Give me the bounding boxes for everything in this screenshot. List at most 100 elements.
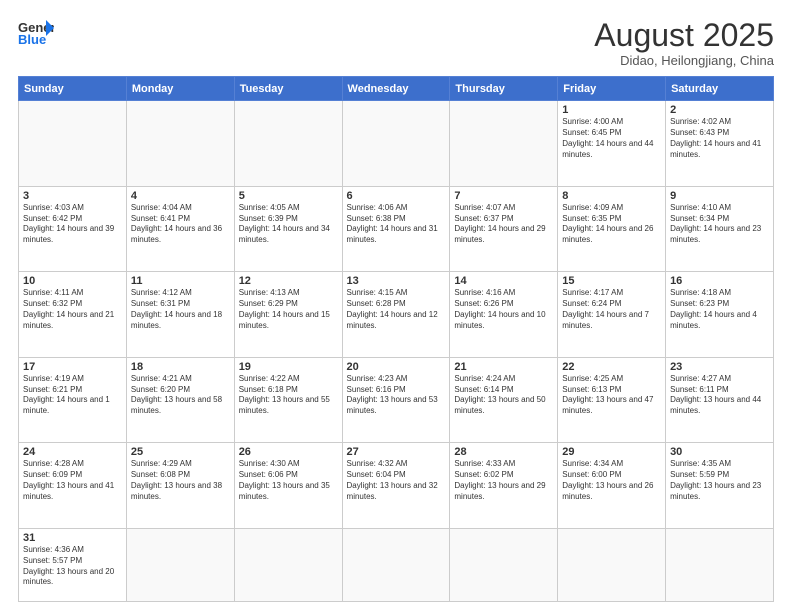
table-row: 5Sunrise: 4:05 AM Sunset: 6:39 PM Daylig… [234, 186, 342, 272]
header-monday: Monday [126, 77, 234, 101]
page: General Blue August 2025 Didao, Heilongj… [0, 0, 792, 612]
day-number: 17 [23, 361, 122, 373]
day-info: Sunrise: 4:10 AM Sunset: 6:34 PM Dayligh… [670, 203, 769, 246]
location: Didao, Heilongjiang, China [594, 53, 774, 68]
table-row: 27Sunrise: 4:32 AM Sunset: 6:04 PM Dayli… [342, 443, 450, 529]
header-wednesday: Wednesday [342, 77, 450, 101]
day-info: Sunrise: 4:23 AM Sunset: 6:16 PM Dayligh… [347, 374, 446, 417]
day-number: 31 [23, 532, 122, 544]
day-number: 14 [454, 275, 553, 287]
day-number: 13 [347, 275, 446, 287]
day-number: 15 [562, 275, 661, 287]
day-info: Sunrise: 4:28 AM Sunset: 6:09 PM Dayligh… [23, 459, 122, 502]
table-row: 24Sunrise: 4:28 AM Sunset: 6:09 PM Dayli… [19, 443, 127, 529]
day-info: Sunrise: 4:12 AM Sunset: 6:31 PM Dayligh… [131, 288, 230, 331]
table-row: 18Sunrise: 4:21 AM Sunset: 6:20 PM Dayli… [126, 357, 234, 443]
day-number: 8 [562, 190, 661, 202]
logo: General Blue [18, 18, 54, 46]
table-row: 9Sunrise: 4:10 AM Sunset: 6:34 PM Daylig… [666, 186, 774, 272]
day-number: 7 [454, 190, 553, 202]
day-info: Sunrise: 4:13 AM Sunset: 6:29 PM Dayligh… [239, 288, 338, 331]
day-info: Sunrise: 4:35 AM Sunset: 5:59 PM Dayligh… [670, 459, 769, 502]
day-number: 10 [23, 275, 122, 287]
table-row: 28Sunrise: 4:33 AM Sunset: 6:02 PM Dayli… [450, 443, 558, 529]
table-row: 4Sunrise: 4:04 AM Sunset: 6:41 PM Daylig… [126, 186, 234, 272]
day-info: Sunrise: 4:18 AM Sunset: 6:23 PM Dayligh… [670, 288, 769, 331]
day-info: Sunrise: 4:32 AM Sunset: 6:04 PM Dayligh… [347, 459, 446, 502]
table-row [342, 528, 450, 601]
day-info: Sunrise: 4:33 AM Sunset: 6:02 PM Dayligh… [454, 459, 553, 502]
day-number: 11 [131, 275, 230, 287]
header-tuesday: Tuesday [234, 77, 342, 101]
day-number: 29 [562, 446, 661, 458]
day-info: Sunrise: 4:06 AM Sunset: 6:38 PM Dayligh… [347, 203, 446, 246]
table-row: 21Sunrise: 4:24 AM Sunset: 6:14 PM Dayli… [450, 357, 558, 443]
header-saturday: Saturday [666, 77, 774, 101]
svg-text:Blue: Blue [18, 32, 46, 46]
table-row: 6Sunrise: 4:06 AM Sunset: 6:38 PM Daylig… [342, 186, 450, 272]
day-number: 16 [670, 275, 769, 287]
day-info: Sunrise: 4:27 AM Sunset: 6:11 PM Dayligh… [670, 374, 769, 417]
day-info: Sunrise: 4:36 AM Sunset: 5:57 PM Dayligh… [23, 545, 122, 588]
table-row: 26Sunrise: 4:30 AM Sunset: 6:06 PM Dayli… [234, 443, 342, 529]
day-number: 3 [23, 190, 122, 202]
day-number: 4 [131, 190, 230, 202]
day-number: 22 [562, 361, 661, 373]
table-row [342, 101, 450, 187]
day-number: 27 [347, 446, 446, 458]
day-info: Sunrise: 4:29 AM Sunset: 6:08 PM Dayligh… [131, 459, 230, 502]
table-row: 10Sunrise: 4:11 AM Sunset: 6:32 PM Dayli… [19, 272, 127, 358]
table-row: 29Sunrise: 4:34 AM Sunset: 6:00 PM Dayli… [558, 443, 666, 529]
day-number: 23 [670, 361, 769, 373]
day-number: 19 [239, 361, 338, 373]
table-row [126, 528, 234, 601]
day-info: Sunrise: 4:30 AM Sunset: 6:06 PM Dayligh… [239, 459, 338, 502]
calendar-table: Sunday Monday Tuesday Wednesday Thursday… [18, 76, 774, 602]
table-row: 19Sunrise: 4:22 AM Sunset: 6:18 PM Dayli… [234, 357, 342, 443]
table-row: 2Sunrise: 4:02 AM Sunset: 6:43 PM Daylig… [666, 101, 774, 187]
day-number: 1 [562, 104, 661, 116]
table-row [666, 528, 774, 601]
table-row [450, 101, 558, 187]
day-info: Sunrise: 4:19 AM Sunset: 6:21 PM Dayligh… [23, 374, 122, 417]
day-info: Sunrise: 4:09 AM Sunset: 6:35 PM Dayligh… [562, 203, 661, 246]
weekday-header-row: Sunday Monday Tuesday Wednesday Thursday… [19, 77, 774, 101]
header-sunday: Sunday [19, 77, 127, 101]
day-info: Sunrise: 4:00 AM Sunset: 6:45 PM Dayligh… [562, 117, 661, 160]
day-number: 30 [670, 446, 769, 458]
day-number: 12 [239, 275, 338, 287]
day-info: Sunrise: 4:05 AM Sunset: 6:39 PM Dayligh… [239, 203, 338, 246]
table-row: 12Sunrise: 4:13 AM Sunset: 6:29 PM Dayli… [234, 272, 342, 358]
day-info: Sunrise: 4:22 AM Sunset: 6:18 PM Dayligh… [239, 374, 338, 417]
day-number: 2 [670, 104, 769, 116]
day-number: 9 [670, 190, 769, 202]
table-row [234, 101, 342, 187]
table-row: 1Sunrise: 4:00 AM Sunset: 6:45 PM Daylig… [558, 101, 666, 187]
day-number: 20 [347, 361, 446, 373]
title-block: August 2025 Didao, Heilongjiang, China [594, 18, 774, 68]
day-number: 21 [454, 361, 553, 373]
table-row [234, 528, 342, 601]
day-info: Sunrise: 4:16 AM Sunset: 6:26 PM Dayligh… [454, 288, 553, 331]
day-number: 5 [239, 190, 338, 202]
table-row: 23Sunrise: 4:27 AM Sunset: 6:11 PM Dayli… [666, 357, 774, 443]
table-row: 7Sunrise: 4:07 AM Sunset: 6:37 PM Daylig… [450, 186, 558, 272]
month-title: August 2025 [594, 18, 774, 53]
table-row: 20Sunrise: 4:23 AM Sunset: 6:16 PM Dayli… [342, 357, 450, 443]
table-row: 16Sunrise: 4:18 AM Sunset: 6:23 PM Dayli… [666, 272, 774, 358]
table-row: 25Sunrise: 4:29 AM Sunset: 6:08 PM Dayli… [126, 443, 234, 529]
header-friday: Friday [558, 77, 666, 101]
day-info: Sunrise: 4:02 AM Sunset: 6:43 PM Dayligh… [670, 117, 769, 160]
table-row: 15Sunrise: 4:17 AM Sunset: 6:24 PM Dayli… [558, 272, 666, 358]
table-row [450, 528, 558, 601]
table-row: 17Sunrise: 4:19 AM Sunset: 6:21 PM Dayli… [19, 357, 127, 443]
table-row [19, 101, 127, 187]
day-number: 18 [131, 361, 230, 373]
day-info: Sunrise: 4:25 AM Sunset: 6:13 PM Dayligh… [562, 374, 661, 417]
day-number: 24 [23, 446, 122, 458]
day-number: 25 [131, 446, 230, 458]
day-info: Sunrise: 4:34 AM Sunset: 6:00 PM Dayligh… [562, 459, 661, 502]
day-info: Sunrise: 4:24 AM Sunset: 6:14 PM Dayligh… [454, 374, 553, 417]
table-row: 3Sunrise: 4:03 AM Sunset: 6:42 PM Daylig… [19, 186, 127, 272]
day-info: Sunrise: 4:03 AM Sunset: 6:42 PM Dayligh… [23, 203, 122, 246]
